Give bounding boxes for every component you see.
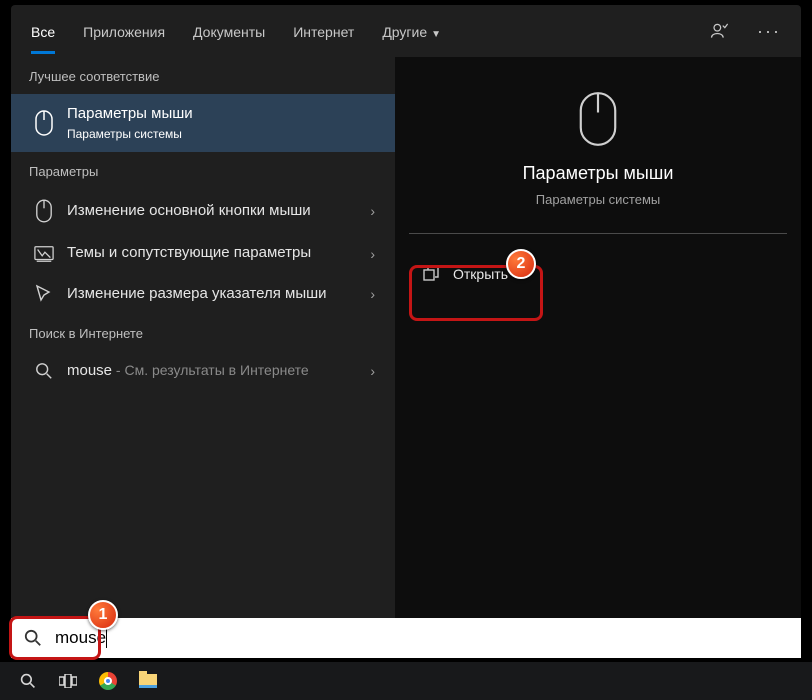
result-pointer-size[interactable]: Изменение размера указателя мыши ›: [11, 274, 395, 314]
taskbar-search-icon[interactable]: [10, 665, 46, 697]
result-title: Параметры мыши: [67, 104, 381, 124]
result-title: Изменение основной кнопки мыши: [59, 201, 364, 221]
taskbar-taskview-icon[interactable]: [50, 665, 86, 697]
preview-pane: Параметры мыши Параметры системы Открыть: [395, 57, 801, 657]
search-value: mouse: [55, 628, 106, 648]
results-left: Лучшее соответствие Параметры мыши Парам…: [11, 57, 395, 657]
tab-apps[interactable]: Приложения: [69, 8, 179, 54]
taskbar: [0, 662, 812, 700]
result-title: mouse - См. результаты в Интернете: [59, 361, 364, 381]
result-mouse-settings[interactable]: Параметры мыши Параметры системы: [11, 94, 395, 152]
mouse-large-icon: [570, 91, 626, 147]
feedback-icon[interactable]: [695, 11, 743, 51]
section-best-match: Лучшее соответствие: [11, 57, 395, 94]
chevron-right-icon: ›: [364, 363, 381, 379]
taskbar-explorer-icon[interactable]: [130, 665, 166, 697]
mouse-icon: [29, 110, 59, 136]
open-icon: [423, 266, 439, 282]
mouse-icon: [29, 199, 59, 223]
open-label: Открыть: [453, 266, 508, 282]
tab-all[interactable]: Все: [17, 8, 69, 54]
search-bar[interactable]: mouse: [11, 618, 801, 658]
badge-1: 1: [88, 600, 118, 630]
search-icon: [11, 629, 55, 647]
preview-subtitle: Параметры системы: [395, 192, 801, 207]
section-params: Параметры: [11, 152, 395, 189]
tabs-row: Все Приложения Документы Интернет Другие…: [11, 5, 801, 57]
result-title: Изменение размера указателя мыши: [59, 284, 364, 304]
chevron-right-icon: ›: [364, 286, 381, 302]
result-title: Темы и сопутствующие параметры: [59, 243, 364, 263]
open-action[interactable]: Открыть: [409, 254, 787, 294]
themes-icon: [29, 245, 59, 263]
chevron-right-icon: ›: [364, 246, 381, 262]
taskbar-chrome-icon[interactable]: [90, 665, 126, 697]
result-web-search[interactable]: mouse - См. результаты в Интернете ›: [11, 351, 395, 391]
pointer-icon: [29, 284, 59, 304]
result-themes[interactable]: Темы и сопутствующие параметры ›: [11, 233, 395, 273]
chevron-right-icon: ›: [364, 203, 381, 219]
preview-title: Параметры мыши: [395, 163, 801, 184]
more-options-icon[interactable]: ···: [743, 11, 795, 52]
badge-2: 2: [506, 249, 536, 279]
result-subtitle: Параметры системы: [67, 126, 381, 142]
search-icon: [29, 362, 59, 380]
search-panel: Все Приложения Документы Интернет Другие…: [11, 5, 801, 657]
result-primary-button[interactable]: Изменение основной кнопки мыши ›: [11, 189, 395, 233]
section-web: Поиск в Интернете: [11, 314, 395, 351]
tab-more[interactable]: Другие▼: [368, 8, 455, 54]
tab-docs[interactable]: Документы: [179, 8, 279, 54]
tab-web[interactable]: Интернет: [279, 8, 368, 54]
